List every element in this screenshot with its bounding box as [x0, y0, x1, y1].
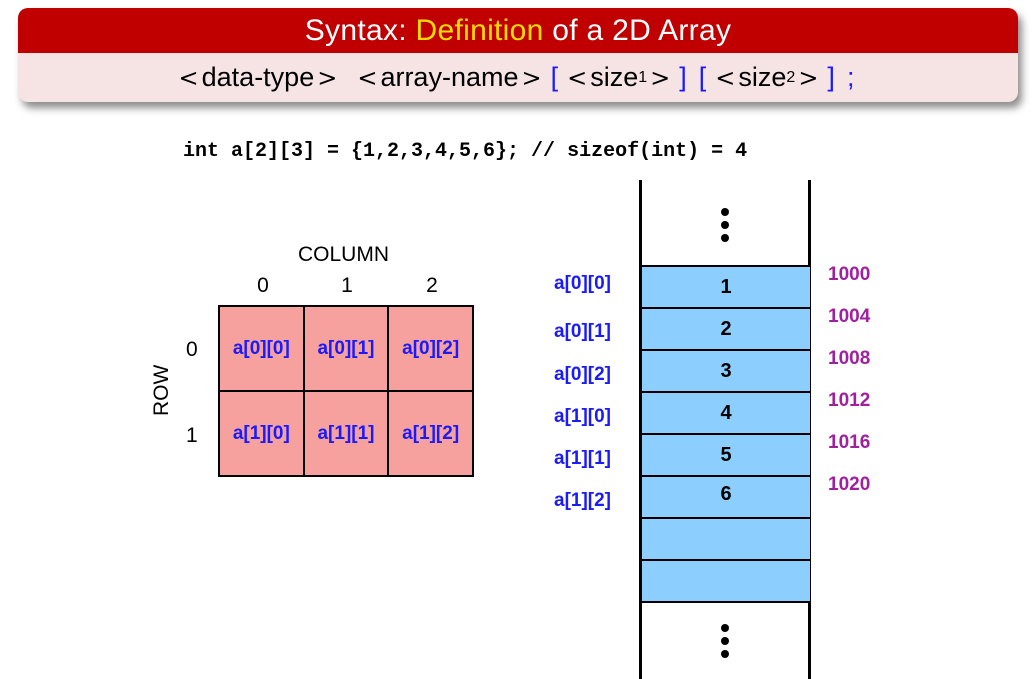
memory-cell: 4	[642, 391, 810, 433]
lt-symbol: <	[357, 63, 378, 92]
memory-cell: 3	[642, 349, 810, 391]
open-bracket: [	[550, 62, 559, 92]
semicolon: ;	[846, 62, 855, 92]
size-subscript-1: 1	[638, 68, 648, 86]
memory-cell: 2	[642, 307, 810, 349]
memory-cell: 1	[642, 265, 810, 307]
lt-symbol: <	[567, 63, 588, 92]
block-title: Syntax: Definition of a 2D Array	[18, 8, 1018, 53]
memory-name: a[1][1]	[554, 448, 612, 469]
size-word: size	[590, 62, 639, 92]
syntax-line: < data-type > < array-name > [< size 1 >][< size…	[18, 53, 1018, 102]
open-bracket: [	[698, 62, 707, 92]
size-word: size	[738, 62, 787, 92]
memory-address: 1016	[828, 432, 871, 453]
memory-name: a[0][1]	[554, 321, 612, 342]
ellipsis-top-icon	[720, 208, 730, 247]
memory-name: a[1][0]	[554, 406, 612, 427]
syntax-block: Syntax: Definition of a 2D Array < data-t…	[18, 8, 1018, 102]
memory-address: 1020	[828, 474, 871, 495]
grid-cell: a[1][0]	[220, 392, 303, 475]
grid-cell: a[0][2]	[389, 307, 472, 390]
column-index: 1	[341, 274, 353, 297]
memory-cell: 5	[642, 433, 810, 475]
array-grid: a[0][0] a[0][1] a[0][2] a[1][0] a[1][1] …	[218, 305, 474, 477]
lt-symbol: <	[715, 63, 736, 92]
memory-cell	[642, 559, 810, 603]
column-index: 0	[257, 274, 269, 297]
row-index: 0	[186, 338, 198, 361]
memory-cell: 6	[642, 475, 810, 517]
data-type-text: data-type	[201, 62, 315, 92]
memory-cell	[642, 517, 810, 559]
column-index: 2	[426, 274, 438, 297]
title-highlight: Definition	[415, 13, 544, 47]
close-bracket: ]	[679, 62, 687, 92]
memory-address: 1000	[828, 264, 871, 285]
ellipsis-bottom-icon	[720, 624, 730, 663]
grid-cell: a[1][1]	[304, 392, 388, 475]
memory-name: a[0][0]	[554, 273, 612, 294]
grid-cell: a[1][2]	[389, 392, 472, 475]
lt-symbol: <	[178, 63, 199, 92]
memory-address: 1008	[828, 348, 871, 369]
memory-address: 1004	[828, 306, 871, 327]
row-label: ROW	[150, 364, 173, 416]
gt-symbol: >	[521, 63, 542, 92]
title-suffix: of a 2D Array	[552, 13, 732, 47]
column-label: COLUMN	[298, 243, 390, 266]
memory-address: 1012	[828, 390, 871, 411]
array-name-text: array-name	[380, 62, 519, 92]
gt-symbol: >	[650, 63, 671, 92]
memory-name: a[1][2]	[554, 490, 612, 511]
code-line: int a[2][3] = {1,2,3,4,5,6}; // sizeof(i…	[183, 140, 748, 163]
memory-name: a[0][2]	[554, 364, 612, 385]
close-bracket: ]	[827, 62, 835, 92]
gt-symbol: >	[798, 63, 819, 92]
title-prefix: Syntax:	[304, 13, 407, 47]
gt-symbol: >	[317, 63, 338, 92]
size-subscript-2: 2	[786, 68, 796, 86]
grid-cell: a[0][1]	[304, 307, 388, 390]
row-index: 1	[186, 424, 198, 447]
grid-cell: a[0][0]	[220, 307, 303, 390]
